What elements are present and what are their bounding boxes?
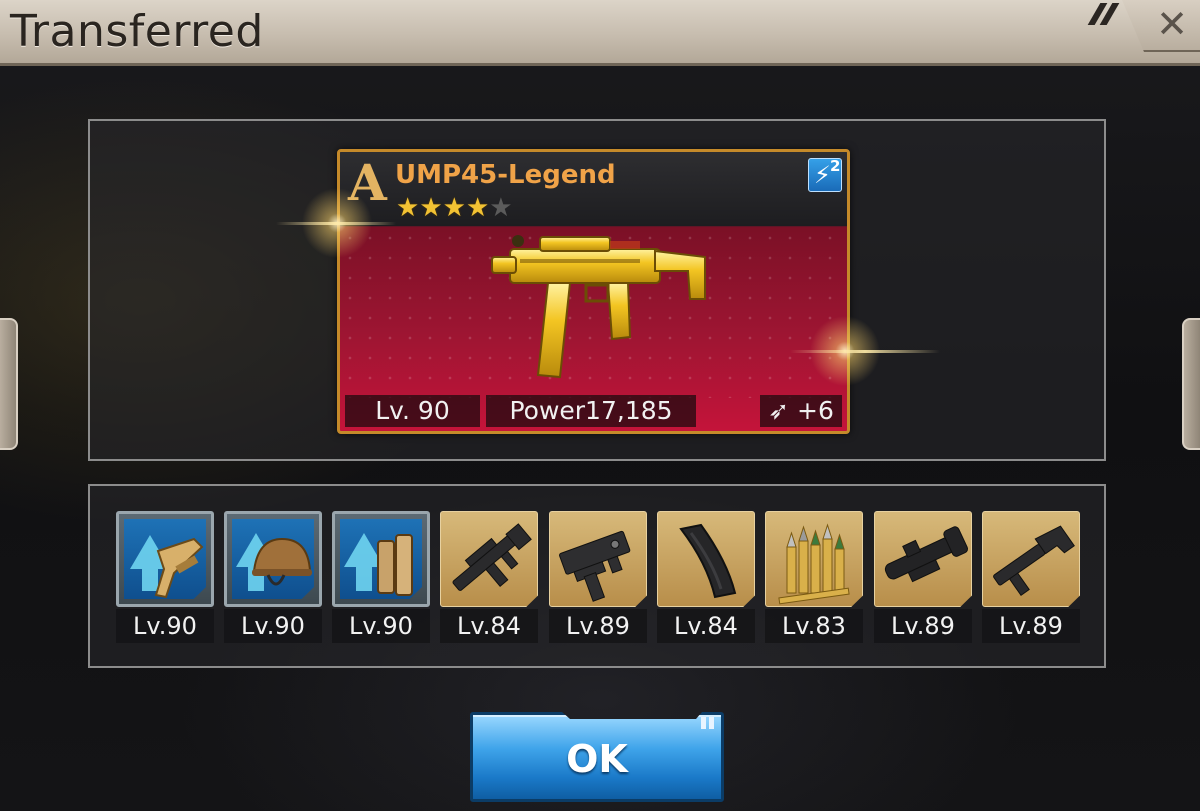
stock-icon [993,525,1075,596]
bullet-icon: ➶ [768,396,790,425]
star-rating: ★★★★★ [396,194,513,222]
part-level: Lv.89 [982,609,1080,643]
close-icon[interactable]: ✕ [1152,4,1192,44]
part-slot-6[interactable]: Lv.84 [657,511,755,645]
weapon-name: UMP45-Legend [395,160,616,190]
grip-mark [701,717,706,729]
star-icon: ★ [442,193,466,223]
smg-weapon-icon [491,235,706,379]
part-level: Lv.90 [332,609,430,643]
left-side-tab [0,318,18,450]
part-level: Lv.89 [874,609,972,643]
part-slot-5[interactable]: Lv.89 [549,511,647,645]
grip-mark [709,717,714,729]
helmet-upgrade-icon [236,533,312,591]
part-level: Lv.89 [549,609,647,643]
part-slot-4[interactable]: Lv.84 [440,511,538,645]
sparkle-effect [276,222,396,225]
weapon-card[interactable]: A UMP45-Legend ★★★★★ ⚡ 2 Lv. 90 Powe [337,149,850,434]
part-slot-7[interactable]: Lv.83 [765,511,863,645]
dialog-title: Transferred [10,6,264,57]
weapon-ammo: ➶ +6 [760,395,842,427]
ok-button[interactable]: OK [470,712,724,802]
receiver-icon [559,530,631,602]
part-level: Lv.84 [440,609,538,643]
right-side-tab [1182,318,1200,450]
weapon-level: Lv. 90 [345,395,480,427]
star-icon: ★ [396,193,420,223]
weapon-power: Power17,185 [486,395,696,427]
part-slot-3[interactable]: Lv.90 [332,511,430,645]
star-icon: ★ [419,193,443,223]
part-level: Lv.90 [224,609,322,643]
ok-label: OK [566,737,628,781]
magazine-upgrade-icon [344,533,413,596]
scope-icon [884,526,969,583]
part-slot-9[interactable]: Lv.89 [982,511,1080,645]
star-empty-icon: ★ [489,193,513,223]
part-slot-8[interactable]: Lv.89 [874,511,972,645]
sparkle-effect [790,350,940,353]
lightning-icon: ⚡ [814,161,831,189]
ammo-icon [778,523,850,605]
part-level: Lv.90 [116,609,214,643]
stock-upgrade-icon [130,535,204,599]
part-slot-1[interactable]: Lv.90 [116,511,214,645]
rifle-icon [452,523,532,591]
skill-count: 2 [830,157,841,175]
part-level: Lv.83 [765,609,863,643]
part-slot-2[interactable]: Lv.90 [224,511,322,645]
star-icon: ★ [465,193,490,223]
title-bar: Transferred [0,0,1200,66]
magazine-icon [679,523,737,599]
skill-badge[interactable]: ⚡ 2 [808,157,842,192]
part-level: Lv.84 [657,609,755,643]
ammo-value: +6 [797,396,834,425]
